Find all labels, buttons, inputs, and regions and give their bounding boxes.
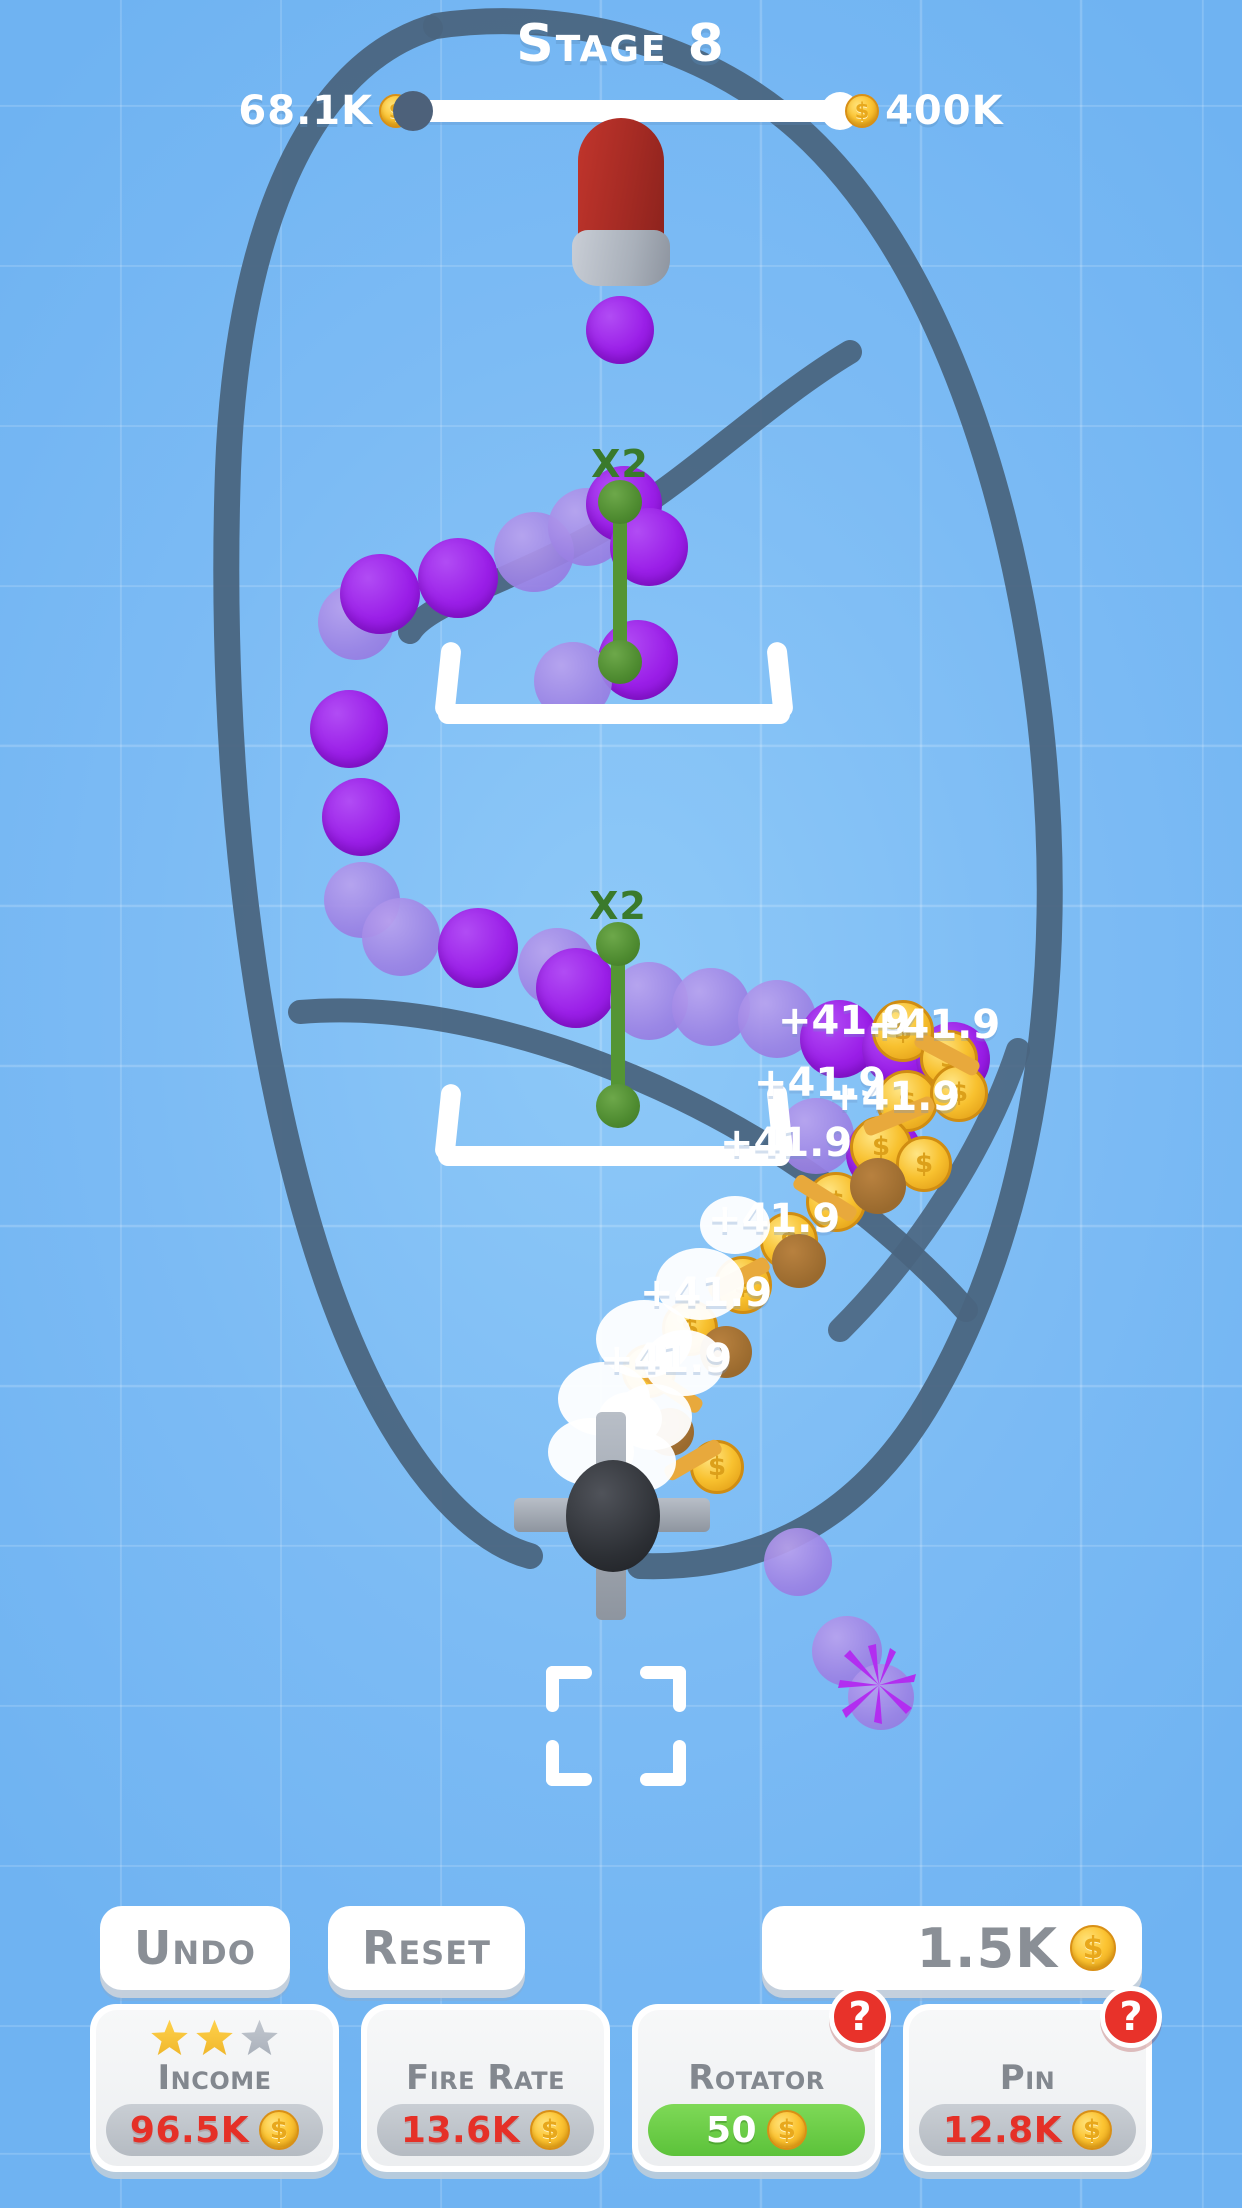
upgrade-price[interactable]: 13.6K <box>377 2104 594 2156</box>
upgrade-card-inner: Fire Rate 13.6K <box>367 2010 604 2166</box>
upgrades-row: Income 96.5K Fire Rate 13.6K ? R <box>0 1986 1242 2172</box>
ball <box>672 968 750 1046</box>
upgrade-card-rotator[interactable]: ? Rotator 50 <box>632 1986 891 2172</box>
ball <box>310 690 388 768</box>
upgrade-card-pin[interactable]: ? Pin 12.8K <box>903 1986 1162 2172</box>
coin-icon <box>767 2110 808 2150</box>
star-filled-icon <box>151 2019 188 2056</box>
coin-icon <box>1070 1925 1116 1971</box>
star-filled-icon <box>196 2019 233 2056</box>
star-empty-icon <box>241 2019 278 2056</box>
multiplier-node-top <box>598 480 642 524</box>
rotator-hub <box>566 1460 660 1572</box>
coin-balance-amount: 1.5K <box>916 1916 1058 1980</box>
help-badge-icon[interactable]: ? <box>1100 1986 1162 2048</box>
cannon-body <box>578 118 664 242</box>
ball <box>362 898 440 976</box>
ball <box>340 554 420 634</box>
ball-catcher <box>434 638 794 724</box>
cannon-launcher <box>572 118 670 288</box>
coin-icon <box>1072 2110 1113 2150</box>
upgrade-card-income[interactable]: Income 96.5K <box>90 2004 339 2172</box>
upgrade-price-amount: 96.5K <box>129 2109 250 2151</box>
progress-current-label: 68.1K <box>238 88 374 134</box>
target-corner-bl-v <box>546 1740 559 1786</box>
progress-target-label: 400K <box>885 88 1004 134</box>
rotator-obstacle[interactable] <box>500 1412 720 1622</box>
impact-burst <box>838 1644 916 1724</box>
coin-icon <box>845 94 880 128</box>
score-popup: +41.9 <box>720 1120 853 1166</box>
placement-target[interactable] <box>546 1666 686 1786</box>
upgrade-title: Income <box>157 2058 272 2098</box>
reset-button[interactable]: Reset <box>327 1906 525 1990</box>
ball <box>438 908 518 988</box>
target-corner-br-v <box>673 1740 686 1786</box>
ball <box>764 1528 832 1596</box>
upgrade-price[interactable]: 12.8K <box>919 2104 1136 2156</box>
reward-chip <box>772 1234 826 1288</box>
score-popup: +41.9 <box>708 1196 841 1242</box>
upgrade-card-fire-rate[interactable]: Fire Rate 13.6K <box>361 2004 610 2172</box>
reward-chip <box>850 1158 906 1214</box>
upgrade-price[interactable]: 50 <box>648 2104 865 2156</box>
catcher-base <box>438 704 790 724</box>
multiplier-node-top <box>596 922 640 966</box>
coin-balance-panel[interactable]: 1.5K <box>762 1906 1142 1990</box>
upgrade-title: Pin <box>999 2058 1056 2098</box>
progress-knob-start <box>393 91 434 131</box>
income-star-rating <box>151 2018 279 2058</box>
help-badge-icon[interactable]: ? <box>829 1986 891 2048</box>
target-corner-tr-v <box>673 1666 686 1712</box>
score-popup: +41.9 <box>640 1270 773 1316</box>
upgrade-price[interactable]: 96.5K <box>106 2104 323 2156</box>
game-screen: Stage 8 68.1K 400K X2 <box>0 0 1242 2208</box>
upgrade-price-amount: 12.8K <box>942 2109 1063 2151</box>
coin-icon <box>530 2110 571 2150</box>
score-popup: +41.9 <box>828 1074 961 1120</box>
upgrade-price-amount: 13.6K <box>400 2109 521 2151</box>
undo-button[interactable]: Undo <box>100 1906 290 1990</box>
ball <box>586 296 654 364</box>
coin-icon <box>259 2110 300 2150</box>
ball <box>418 538 498 618</box>
upgrade-title: Rotator <box>688 2058 825 2098</box>
cannon-collar <box>572 230 670 286</box>
score-popup: +41.9 <box>868 1002 1001 1048</box>
upgrade-price-amount: 50 <box>705 2109 758 2151</box>
upgrade-title: Fire Rate <box>405 2058 566 2098</box>
controls-row: Undo Reset 1.5K <box>0 1906 1242 1990</box>
upgrade-card-inner: Income 96.5K <box>96 2010 333 2166</box>
target-corner-tl-v <box>546 1666 559 1712</box>
score-popup: +41.9 <box>600 1336 733 1382</box>
stage-title: Stage 8 <box>516 14 726 74</box>
ball <box>322 778 400 856</box>
